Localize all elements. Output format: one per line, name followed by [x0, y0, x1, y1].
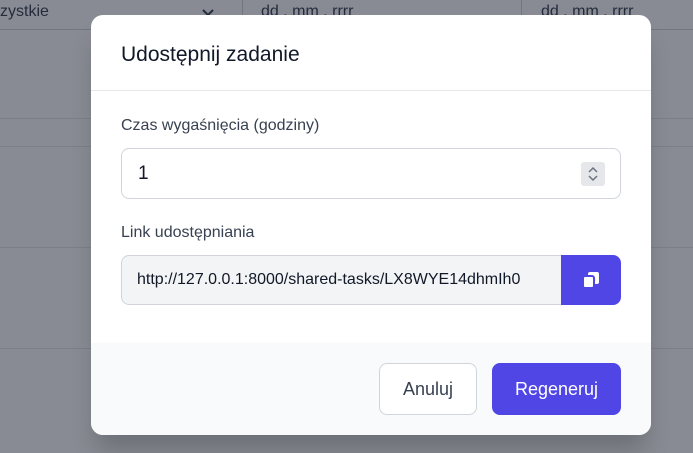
expiry-hours-input[interactable]: 1	[121, 148, 621, 199]
share-link-label: Link udostępniania	[121, 224, 255, 241]
dialog-body: Czas wygaśnięcia (godziny) 1 Link udostę…	[91, 91, 651, 343]
expiry-hours-value: 1	[138, 163, 149, 184]
cancel-button[interactable]: Anuluj	[379, 363, 477, 415]
copy-icon	[582, 272, 599, 289]
dialog-footer: Anuluj Regeneruj	[91, 343, 651, 435]
regenerate-button[interactable]: Regeneruj	[492, 363, 621, 415]
expiry-label: Czas wygaśnięcia (godziny)	[121, 117, 320, 134]
share-link-group: http://127.0.0.1:8000/shared-tasks/LX8WY…	[121, 255, 621, 305]
dialog-title: Udostępnij zadanie	[121, 43, 300, 66]
copy-link-button[interactable]	[561, 255, 621, 305]
share-link-field[interactable]: http://127.0.0.1:8000/shared-tasks/LX8WY…	[121, 255, 561, 305]
dialog-header: Udostępnij zadanie	[91, 15, 651, 91]
number-spinner-icon[interactable]	[581, 162, 605, 186]
share-task-dialog: Udostępnij zadanie Czas wygaśnięcia (god…	[91, 15, 651, 435]
